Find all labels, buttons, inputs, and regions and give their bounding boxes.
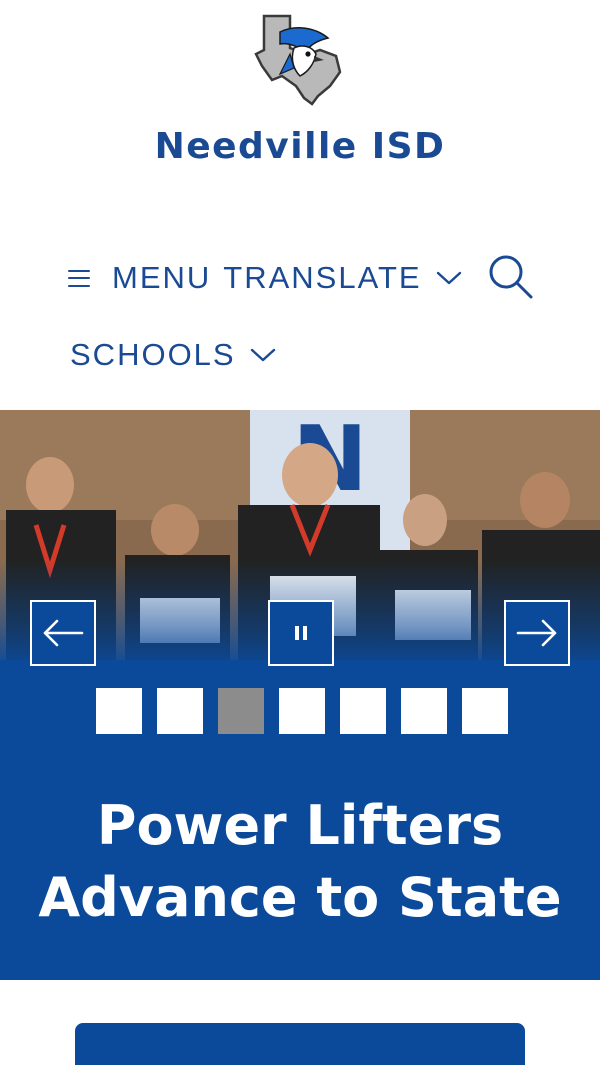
pause-slideshow-button[interactable]	[268, 600, 334, 666]
chevron-down-icon	[436, 271, 461, 285]
pause-icon	[295, 626, 307, 640]
slide-dot-1[interactable]	[96, 688, 142, 734]
hamburger-icon	[68, 269, 90, 287]
slide-dot-2[interactable]	[157, 688, 203, 734]
search-icon	[489, 255, 533, 298]
slide-dot-6[interactable]	[401, 688, 447, 734]
translate-label: TRANSLATE	[223, 260, 422, 295]
chevron-down-icon	[250, 348, 275, 362]
quick-links-button[interactable]	[75, 1023, 525, 1065]
site-header: Needville ISD MENU TRANSLATE SCHOOLS	[0, 0, 600, 410]
previous-slide-button[interactable]	[30, 600, 96, 666]
slide-headline[interactable]: Power Lifters Advance to State	[0, 790, 600, 934]
news-slideshow: N	[0, 410, 600, 980]
translate-button[interactable]: TRANSLATE	[223, 260, 461, 296]
next-slide-button[interactable]	[504, 600, 570, 666]
slide-dot-5[interactable]	[340, 688, 386, 734]
menu-button[interactable]: MENU	[68, 260, 211, 296]
search-button[interactable]	[486, 252, 534, 305]
slide-indicators	[96, 688, 508, 734]
slide-dot-4[interactable]	[279, 688, 325, 734]
district-logo[interactable]	[250, 14, 350, 106]
schools-label: SCHOOLS	[70, 337, 236, 372]
schools-dropdown[interactable]: SCHOOLS	[70, 330, 276, 380]
arrow-right-icon	[516, 619, 557, 647]
arrow-left-icon	[43, 619, 84, 647]
main-nav: MENU TRANSLATE	[68, 250, 534, 306]
menu-label: MENU	[112, 260, 212, 295]
site-title[interactable]: Needville ISD	[0, 126, 600, 167]
slide-dot-7[interactable]	[462, 688, 508, 734]
slide-dot-3[interactable]	[218, 688, 264, 734]
